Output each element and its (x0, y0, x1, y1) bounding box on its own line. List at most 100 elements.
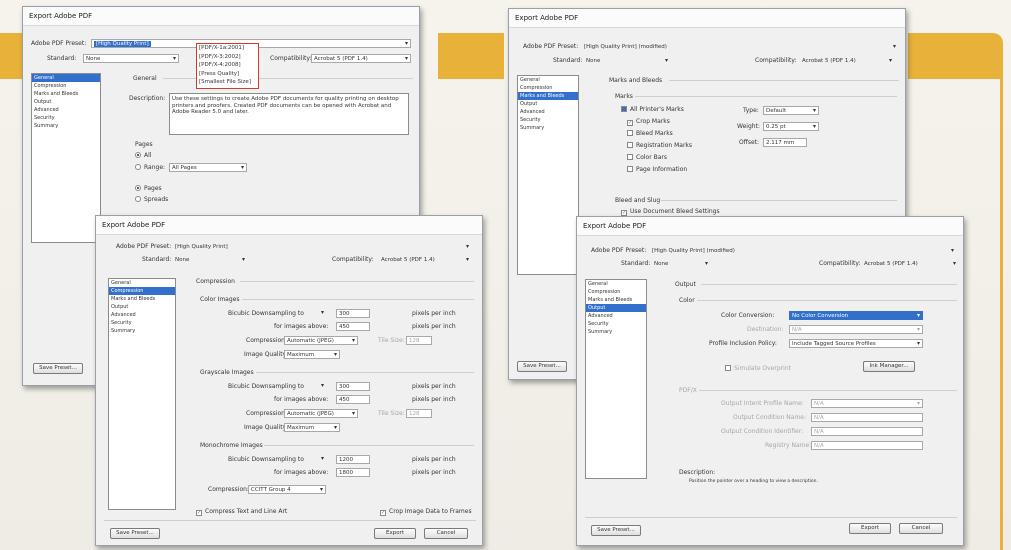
nav-item-security[interactable]: Security (518, 116, 578, 124)
nav-item-general[interactable]: General (586, 280, 646, 288)
preset-select[interactable]: [High Quality Print] (172, 242, 472, 251)
output-intent-select[interactable]: N/A (811, 399, 923, 408)
nav-item-advanced[interactable]: Advanced (32, 106, 100, 114)
preset-select[interactable]: [High Quality Print] (modified) (581, 42, 899, 51)
compat-select[interactable]: Acrobat 5 (PDF 1.4) (311, 54, 411, 63)
downsample-ppi[interactable]: 300 (336, 382, 370, 391)
compat-select[interactable]: Acrobat 5 (PDF 1.4) (861, 259, 959, 268)
cancel-button[interactable]: Cancel (899, 523, 943, 534)
nav-item-advanced[interactable]: Advanced (109, 311, 175, 319)
page-info-checkbox[interactable]: Page Information (627, 166, 687, 173)
output-condition-name-field[interactable]: N/A (811, 413, 923, 422)
ink-manager-button[interactable]: Ink Manager... (863, 361, 915, 372)
standard-select[interactable]: None (651, 259, 711, 268)
standard-select[interactable]: None (172, 255, 248, 264)
nav-item-security[interactable]: Security (109, 319, 175, 327)
output-condition-id-label: Output Condition Identifier: (721, 428, 804, 435)
spreads-radio[interactable]: Spreads (135, 196, 168, 203)
downsample-ppi[interactable]: 300 (336, 309, 370, 318)
nav-item-advanced[interactable]: Advanced (518, 108, 578, 116)
quality-select[interactable]: Maximum (284, 350, 340, 359)
nav-item-output[interactable]: Output (518, 100, 578, 108)
tile-size-field[interactable]: 128 (406, 409, 432, 418)
nav-item-general[interactable]: General (32, 74, 100, 82)
preset-option[interactable]: [PDF/X-3:2002] (197, 53, 258, 62)
nav-item-summary[interactable]: Summary (32, 122, 100, 130)
compat-select[interactable]: Acrobat 5 (PDF 1.4) (799, 56, 895, 65)
nav-item-compression[interactable]: Compression (109, 287, 175, 295)
quality-select[interactable]: Maximum (284, 423, 340, 432)
nav-item-marks[interactable]: Marks and Bleeds (32, 90, 100, 98)
nav-item-general[interactable]: General (109, 279, 175, 287)
compress-text-checkbox[interactable]: ✓ Compress Text and Line Art (196, 508, 287, 516)
export-button[interactable]: Export (374, 528, 416, 539)
color-bars-checkbox[interactable]: Color Bars (627, 154, 667, 161)
registration-marks-checkbox[interactable]: Registration Marks (627, 142, 692, 149)
section-divider (669, 80, 899, 81)
range-select[interactable]: All Pages (169, 163, 247, 172)
nav-item-security[interactable]: Security (32, 114, 100, 122)
section-divider (701, 284, 957, 285)
compression-select[interactable]: CCITT Group 4 (248, 485, 326, 494)
compat-select[interactable]: Acrobat 5 (PDF 1.4) (378, 255, 472, 264)
standard-select[interactable]: None (583, 56, 671, 65)
crop-image-checkbox[interactable]: ✓ Crop Image Data to Frames (380, 508, 472, 516)
nav-item-output[interactable]: Output (32, 98, 100, 106)
output-condition-name-label: Output Condition Name: (733, 414, 807, 421)
preset-option[interactable]: [PDF/X-1a:2001] (197, 44, 258, 53)
nav-item-output[interactable]: Output (109, 303, 175, 311)
pages-radio[interactable]: Pages (135, 185, 162, 192)
nav-item-summary[interactable]: Summary (518, 124, 578, 132)
nav-item-output[interactable]: Output (586, 304, 646, 312)
nav-item-security[interactable]: Security (586, 320, 646, 328)
dialog-title: Export Adobe PDF (509, 9, 905, 28)
profile-inclusion-select[interactable]: Include Tagged Source Profiles (789, 339, 923, 348)
export-button[interactable]: Export (849, 523, 891, 534)
crop-marks-checkbox[interactable]: ✓ Crop Marks (627, 118, 670, 126)
compression-select[interactable]: Automatic (JPEG) (284, 409, 358, 418)
above-ppi[interactable]: 450 (336, 322, 370, 331)
bleed-marks-checkbox[interactable]: Bleed Marks (627, 130, 673, 137)
preset-select[interactable]: [High Quality Print] (modified) (649, 246, 957, 255)
output-condition-id-field[interactable]: N/A (811, 427, 923, 436)
standard-select[interactable]: None (83, 54, 179, 63)
preset-option[interactable]: [PDF/X-4:2008] (197, 61, 258, 70)
nav-item-compression[interactable]: Compression (518, 84, 578, 92)
preset-option[interactable]: [Smallest File Size] (197, 78, 258, 87)
nav-item-summary[interactable]: Summary (586, 328, 646, 336)
compression-select[interactable]: Automatic (JPEG) (284, 336, 358, 345)
nav-item-advanced[interactable]: Advanced (586, 312, 646, 320)
compat-label: Compatibility: (755, 57, 797, 64)
simulate-overprint-checkbox[interactable]: Simulate Overprint (725, 365, 791, 372)
save-preset-button[interactable]: Save Preset... (591, 525, 641, 536)
type-select[interactable]: Default (763, 106, 819, 115)
save-preset-button[interactable]: Save Preset... (110, 528, 160, 539)
downsample-ppi[interactable]: 1200 (336, 455, 370, 464)
preset-option[interactable]: [Press Quality] (197, 70, 258, 79)
downsample-select[interactable] (314, 455, 326, 464)
weight-select[interactable]: 0.25 pt (763, 122, 819, 131)
tile-size-field[interactable]: 128 (406, 336, 432, 345)
offset-field[interactable]: 2.117 mm (763, 138, 807, 147)
destination-select[interactable]: N/A (789, 325, 923, 334)
nav-item-compression[interactable]: Compression (32, 82, 100, 90)
above-ppi[interactable]: 1800 (336, 468, 370, 477)
all-marks-checkbox[interactable]: All Printer's Marks (621, 106, 684, 113)
downsample-select[interactable] (314, 309, 326, 318)
save-preset-button[interactable]: Save Preset... (33, 363, 83, 374)
nav-item-summary[interactable]: Summary (109, 327, 175, 335)
nav-item-marks[interactable]: Marks and Bleeds (586, 296, 646, 304)
nav-item-general[interactable]: General (518, 76, 578, 84)
nav-item-marks[interactable]: Marks and Bleeds (518, 92, 578, 100)
downsample-select[interactable] (314, 382, 326, 391)
cancel-button[interactable]: Cancel (424, 528, 468, 539)
pages-range-radio[interactable]: Range: (135, 164, 165, 171)
pages-all-radio[interactable]: All (135, 152, 151, 159)
save-preset-button[interactable]: Save Preset... (517, 361, 567, 372)
nav-item-marks[interactable]: Marks and Bleeds (109, 295, 175, 303)
above-ppi[interactable]: 450 (336, 395, 370, 404)
color-conversion-select[interactable]: No Color Conversion (789, 311, 923, 320)
use-bleed-checkbox[interactable]: ✓ Use Document Bleed Settings (621, 208, 720, 216)
registry-name-field[interactable]: N/A (811, 441, 923, 450)
nav-item-compression[interactable]: Compression (586, 288, 646, 296)
